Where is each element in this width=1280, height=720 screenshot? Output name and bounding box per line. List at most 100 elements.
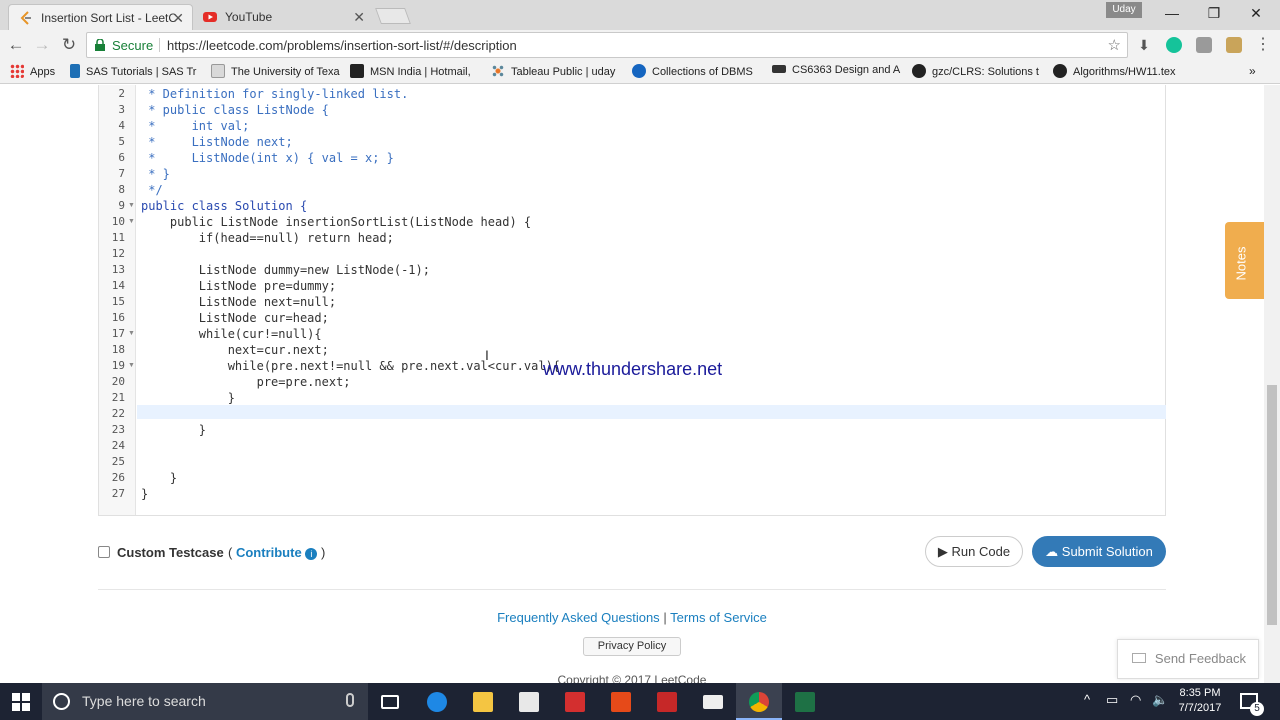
info-icon[interactable]: i bbox=[305, 548, 318, 560]
menu-kebab-icon[interactable]: ⋮ bbox=[1252, 34, 1274, 56]
bookmark-dbms[interactable]: Collections of DBMS bbox=[632, 64, 753, 78]
close-tab-icon[interactable]: ✕ bbox=[353, 4, 365, 30]
custom-testcase-checkbox[interactable] bbox=[98, 546, 110, 558]
privacy-policy-button[interactable]: Privacy Policy bbox=[583, 637, 681, 656]
close-window-icon[interactable]: ✕ bbox=[1234, 0, 1278, 28]
faq-link[interactable]: Frequently Asked Questions bbox=[497, 610, 660, 625]
lock-icon bbox=[95, 39, 105, 51]
close-tab-icon[interactable]: ✕ bbox=[172, 5, 184, 30]
code-line[interactable]: pre=pre.next; bbox=[141, 375, 351, 389]
code-line[interactable]: */ bbox=[141, 183, 162, 197]
wifi-icon[interactable]: ◠ bbox=[1130, 692, 1141, 708]
bookmark-hw11[interactable]: Algorithms/HW11.tex bbox=[1053, 64, 1176, 78]
code-line[interactable]: * public class ListNode { bbox=[141, 103, 329, 117]
notes-label: Notes bbox=[1233, 246, 1249, 281]
code-line[interactable]: * ListNode next; bbox=[141, 135, 293, 149]
bookmark-utd[interactable]: The University of Texa bbox=[211, 64, 340, 78]
bookmark-tableau[interactable]: Tableau Public | uday bbox=[491, 64, 615, 78]
code-line[interactable]: public class Solution { bbox=[141, 199, 307, 213]
line-number: 7 bbox=[118, 167, 125, 180]
profile-badge[interactable]: Uday bbox=[1106, 2, 1142, 18]
code-line[interactable]: next=cur.next; bbox=[141, 343, 329, 357]
microphone-icon[interactable] bbox=[346, 693, 354, 707]
scrollbar-thumb[interactable] bbox=[1267, 385, 1277, 625]
extension-icon[interactable] bbox=[1226, 37, 1242, 53]
submit-solution-button[interactable]: ☁ Submit Solution bbox=[1032, 536, 1166, 567]
back-arrow-icon[interactable]: ← bbox=[5, 34, 27, 56]
bookmark-star-icon[interactable]: ☆ bbox=[1108, 36, 1121, 54]
page-scrollbar[interactable] bbox=[1264, 85, 1280, 683]
volume-icon[interactable]: 🔈 bbox=[1152, 692, 1168, 708]
code-line[interactable]: while(cur!=null){ bbox=[141, 327, 322, 341]
run-code-button[interactable]: ▶ Run Code bbox=[925, 536, 1023, 567]
mcafee-icon[interactable] bbox=[644, 683, 690, 720]
code-line[interactable]: } bbox=[141, 471, 177, 485]
line-number: 24 bbox=[111, 439, 125, 452]
page-content: 2 3 4 5 6 7 8 9 ▼ 10 ▼ 11 12 13 14 15 16 17 ▼ 18 19 ▼ 20 21 22 23… bbox=[0, 85, 1264, 683]
browser-toolbar: ← → ↻ Secure https://leetcode.com/proble… bbox=[0, 30, 1280, 60]
url-text[interactable]: https://leetcode.com/problems/insertion-… bbox=[167, 38, 517, 53]
code-line[interactable]: * } bbox=[141, 167, 170, 181]
fold-arrow-icon[interactable]: ▼ bbox=[128, 218, 135, 225]
store-icon[interactable] bbox=[506, 683, 552, 720]
code-line[interactable]: ListNode pre=dummy; bbox=[141, 279, 336, 293]
bookmark-msn[interactable]: MSN India | Hotmail, bbox=[350, 64, 471, 78]
terms-link[interactable]: Terms of Service bbox=[670, 610, 767, 625]
search-placeholder: Type here to search bbox=[82, 693, 206, 709]
fold-arrow-icon[interactable]: ▼ bbox=[128, 362, 135, 369]
tab-leetcode[interactable]: Insertion Sort List - LeetC ✕ bbox=[8, 4, 193, 30]
bookmark-apps[interactable]: Apps bbox=[10, 64, 55, 78]
code-line[interactable]: * Definition for singly-linked list. bbox=[141, 87, 408, 101]
code-line[interactable]: * ListNode(int x) { val = x; } bbox=[141, 151, 394, 165]
code-line[interactable]: if(head==null) return head; bbox=[141, 231, 394, 245]
line-number: 5 bbox=[118, 135, 125, 148]
taskbar-search-box[interactable]: Type here to search bbox=[42, 683, 368, 720]
app-icon[interactable] bbox=[598, 683, 644, 720]
send-feedback-button[interactable]: Send Feedback bbox=[1117, 639, 1259, 679]
contribute-link[interactable]: Contribute bbox=[236, 545, 302, 560]
edge-icon[interactable] bbox=[414, 683, 460, 720]
address-bar[interactable]: Secure https://leetcode.com/problems/ins… bbox=[86, 32, 1128, 58]
code-line[interactable]: * int val; bbox=[141, 119, 249, 133]
fold-arrow-icon[interactable]: ▼ bbox=[128, 330, 135, 337]
tab-youtube[interactable]: YouTube ✕ bbox=[193, 4, 373, 30]
bookmarks-overflow-icon[interactable]: » bbox=[1249, 64, 1256, 78]
grammarly-extension-icon[interactable] bbox=[1166, 37, 1182, 53]
bookmark-sas[interactable]: SAS Tutorials | SAS Tr bbox=[70, 64, 196, 78]
mail-icon[interactable] bbox=[690, 683, 736, 720]
code-line[interactable]: ListNode next=null; bbox=[141, 295, 336, 309]
code-editor[interactable]: 2 3 4 5 6 7 8 9 ▼ 10 ▼ 11 12 13 14 15 16 17 ▼ 18 19 ▼ 20 21 22 23… bbox=[98, 85, 1166, 516]
youtube-favicon-icon bbox=[203, 12, 217, 22]
show-hidden-icons-icon[interactable]: ^ bbox=[1084, 692, 1090, 707]
code-line[interactable]: } bbox=[141, 391, 235, 405]
chrome-icon[interactable] bbox=[736, 683, 782, 720]
new-tab-button[interactable] bbox=[375, 8, 411, 24]
fold-arrow-icon[interactable]: ▼ bbox=[128, 202, 135, 209]
notification-count-badge: 5 bbox=[1250, 702, 1264, 716]
excel-icon[interactable] bbox=[782, 683, 828, 720]
extension-icon[interactable] bbox=[1196, 37, 1212, 53]
restore-icon[interactable]: ❐ bbox=[1192, 0, 1236, 28]
notes-tab[interactable]: Notes bbox=[1225, 222, 1264, 299]
msn-icon bbox=[350, 64, 364, 78]
minimize-icon[interactable]: — bbox=[1150, 0, 1194, 28]
bookmark-clrs[interactable]: gzc/CLRS: Solutions t bbox=[912, 64, 1039, 78]
reload-icon[interactable]: ↻ bbox=[58, 34, 80, 56]
windows-start-icon[interactable] bbox=[12, 693, 30, 711]
forward-arrow-icon[interactable]: → bbox=[31, 34, 53, 56]
task-view-icon[interactable] bbox=[368, 683, 414, 720]
app-icon[interactable] bbox=[552, 683, 598, 720]
file-explorer-icon[interactable] bbox=[460, 683, 506, 720]
taskbar-clock[interactable]: 8:35 PM 7/7/2017 bbox=[1172, 686, 1228, 716]
code-line[interactable]: ListNode cur=head; bbox=[141, 311, 329, 325]
download-icon[interactable]: ⬇ bbox=[1133, 34, 1155, 56]
sas-icon bbox=[70, 64, 80, 78]
bookmark-cs6363[interactable]: CS6363 Design and A bbox=[772, 64, 900, 76]
leetcode-favicon-icon bbox=[20, 11, 31, 25]
code-line[interactable]: public ListNode insertionSortList(ListNo… bbox=[141, 215, 531, 229]
code-line[interactable]: while(pre.next!=null && pre.next.val<cur… bbox=[141, 359, 560, 373]
code-line[interactable]: } bbox=[141, 487, 148, 501]
code-line[interactable]: ListNode dummy=new ListNode(-1); bbox=[141, 263, 430, 277]
code-line[interactable]: } bbox=[141, 423, 206, 437]
battery-icon[interactable]: ▭ bbox=[1106, 692, 1118, 708]
